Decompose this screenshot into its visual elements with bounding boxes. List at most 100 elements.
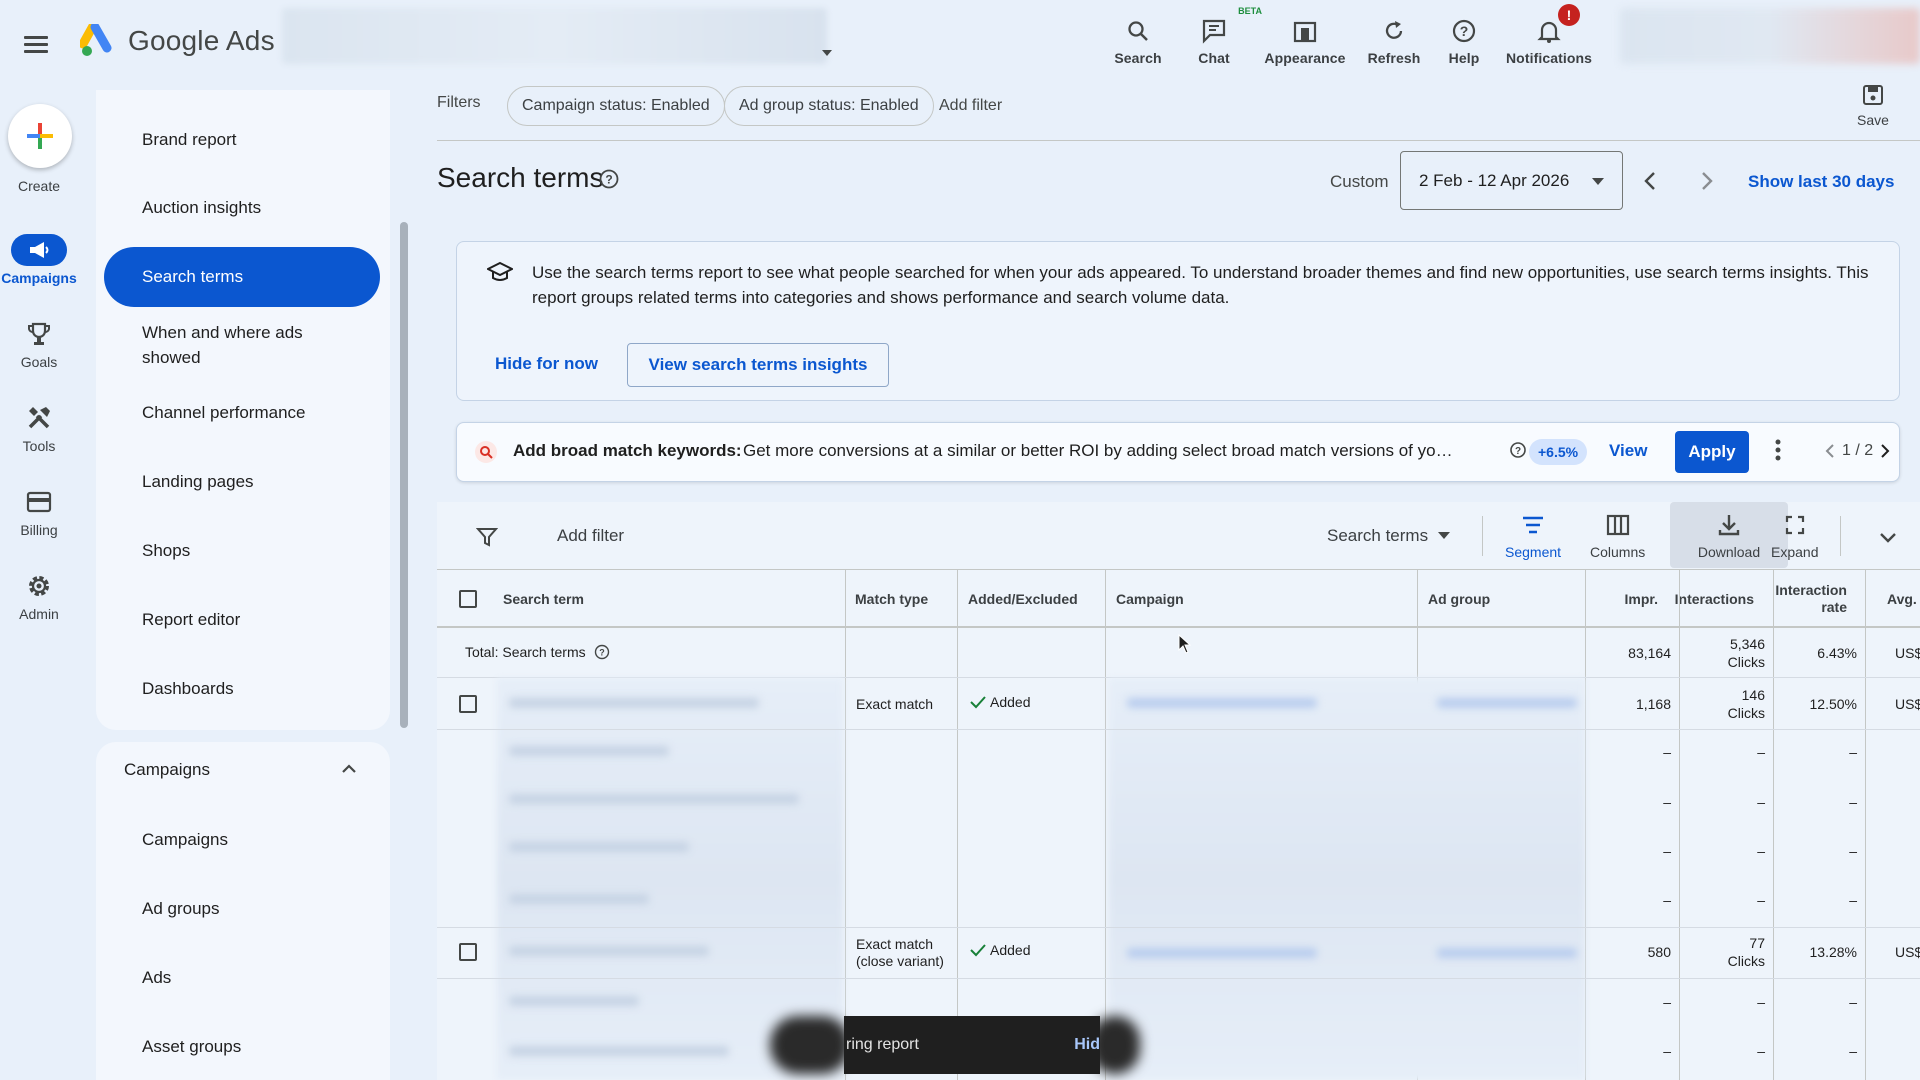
- column-header-avg[interactable]: Avg.: [1887, 570, 1917, 628]
- row-checkbox[interactable]: [459, 695, 477, 713]
- account-caret-icon[interactable]: [822, 50, 832, 56]
- add-filter-link[interactable]: Add filter: [939, 97, 1002, 115]
- main-menu-icon[interactable]: [24, 32, 54, 56]
- hide-for-now-button[interactable]: Hide for now: [495, 354, 598, 374]
- refresh-tool-button[interactable]: Refresh: [1366, 10, 1422, 66]
- ad-group-link-blurred[interactable]: [1437, 698, 1577, 708]
- help-circle-icon[interactable]: ?: [598, 168, 620, 195]
- campaign-link-blurred[interactable]: [1127, 948, 1317, 958]
- download-label: Download: [1697, 544, 1761, 560]
- profile-area[interactable]: [1620, 8, 1920, 64]
- nav-item-report-editor[interactable]: Report editor: [142, 608, 240, 632]
- filter-chip-campaign-status[interactable]: Campaign status: Enabled: [507, 86, 725, 126]
- nav-item-asset-groups[interactable]: Asset groups: [142, 1035, 241, 1059]
- report-view-select[interactable]: Search terms: [1327, 526, 1451, 546]
- create-button[interactable]: [8, 104, 72, 168]
- nav-item-shops[interactable]: Shops: [142, 539, 190, 563]
- save-button[interactable]: Save: [1857, 84, 1889, 128]
- nav-item-campaigns[interactable]: Campaigns: [142, 828, 228, 852]
- chevron-right-icon[interactable]: [1695, 170, 1717, 197]
- help-circle-icon[interactable]: ?: [594, 644, 610, 660]
- row-checkbox[interactable]: [459, 943, 477, 961]
- help-circle-icon[interactable]: ?: [1509, 441, 1527, 464]
- segment-button[interactable]: Segment: [1505, 512, 1561, 560]
- sidebar-scrollbar[interactable]: [400, 222, 408, 728]
- column-header-interactions[interactable]: Interactions: [1662, 570, 1754, 628]
- recommendation-view-button[interactable]: View: [1609, 441, 1647, 461]
- nav-item-landing-pages[interactable]: Landing pages: [142, 470, 254, 494]
- nav-item-when-where-ads-showed[interactable]: When and where ads showed: [142, 320, 352, 370]
- account-selector[interactable]: [282, 8, 827, 64]
- chevron-up-icon[interactable]: [340, 760, 358, 783]
- rail-item-goals[interactable]: Goals: [0, 318, 78, 370]
- rail-label-campaigns: Campaigns: [1, 270, 77, 286]
- rail-item-admin[interactable]: Admin: [0, 570, 78, 622]
- search-term-blurred[interactable]: [509, 698, 759, 708]
- toolbar-separator: [1840, 516, 1841, 556]
- segment-icon: [1523, 516, 1544, 534]
- search-term-blurred[interactable]: [509, 946, 709, 956]
- column-header-ad-group[interactable]: Ad group: [1428, 570, 1490, 628]
- top-tools: Search BETA Chat Appearance Refresh ? He…: [1110, 4, 1612, 66]
- dash-cell: –: [1849, 994, 1857, 1010]
- campaigns-section-header[interactable]: Campaigns: [124, 760, 210, 780]
- campaign-link-blurred[interactable]: [1127, 698, 1317, 708]
- filter-icon[interactable]: [475, 526, 499, 553]
- search-term-blurred[interactable]: [509, 842, 689, 852]
- date-range-picker[interactable]: 2 Feb - 12 Apr 2026: [1400, 151, 1623, 210]
- nav-item-brand-report[interactable]: Brand report: [142, 128, 237, 152]
- rail-item-tools[interactable]: Tools: [0, 402, 78, 454]
- segment-label: Segment: [1505, 544, 1562, 560]
- filter-chip-ad-group-status[interactable]: Ad group status: Enabled: [724, 86, 934, 126]
- search-keyword-icon: [475, 441, 497, 463]
- recommendation-body: Get more conversions at a similar or bet…: [743, 441, 1455, 460]
- nav-item-channel-performance[interactable]: Channel performance: [142, 401, 305, 425]
- column-header-campaign[interactable]: Campaign: [1116, 570, 1184, 628]
- search-term-blurred[interactable]: [509, 746, 669, 756]
- view-search-terms-insights-button[interactable]: View search terms insights: [627, 343, 889, 387]
- nav-item-ads[interactable]: Ads: [142, 966, 171, 990]
- search-term-blurred[interactable]: [509, 1046, 729, 1056]
- table-add-filter[interactable]: Add filter: [557, 526, 624, 546]
- appearance-tool-button[interactable]: Appearance: [1264, 10, 1346, 66]
- show-last-30-days-link[interactable]: Show last 30 days: [1748, 172, 1894, 192]
- nav-item-auction-insights[interactable]: Auction insights: [142, 196, 261, 220]
- rail-item-campaigns[interactable]: Campaigns: [0, 234, 78, 286]
- select-all-checkbox[interactable]: [459, 590, 477, 608]
- column-header-search-term[interactable]: Search term: [503, 570, 584, 628]
- nav-item-dashboards[interactable]: Dashboards: [142, 677, 234, 701]
- search-tool-button[interactable]: Search: [1110, 10, 1166, 66]
- recommendation-card: Add broad match keywords: Get more conve…: [456, 422, 1900, 482]
- recommendation-apply-button[interactable]: Apply: [1675, 431, 1749, 473]
- chevron-down-icon[interactable]: [1877, 526, 1899, 553]
- more-vert-icon[interactable]: [1775, 439, 1781, 466]
- chevron-left-icon[interactable]: [1824, 443, 1836, 459]
- snackbar-hide-button[interactable]: Hid: [1074, 1036, 1100, 1054]
- campaigns-nav-section: Campaigns Campaigns Ad groups Ads Asset …: [96, 742, 390, 1080]
- search-term-blurred[interactable]: [509, 894, 649, 904]
- column-header-added-excluded[interactable]: Added/Excluded: [968, 570, 1078, 628]
- billing-icon: [26, 491, 52, 513]
- google-ads-logo[interactable]: Google Ads: [80, 24, 275, 58]
- search-term-blurred[interactable]: [509, 996, 639, 1006]
- dash-cell: –: [1849, 892, 1857, 908]
- notifications-tool-button[interactable]: ! Notifications: [1506, 4, 1592, 66]
- date-range-value: 2 Feb - 12 Apr 2026: [1419, 170, 1570, 190]
- nav-item-search-terms[interactable]: Search terms: [104, 247, 380, 307]
- row-interaction-rate: 13.28%: [1809, 944, 1857, 960]
- help-tool-button[interactable]: ? Help: [1442, 10, 1486, 66]
- chevron-left-icon[interactable]: [1640, 170, 1662, 197]
- rail-item-billing[interactable]: Billing: [0, 486, 78, 538]
- expand-button[interactable]: Expand: [1771, 512, 1818, 560]
- columns-button[interactable]: Columns: [1590, 512, 1645, 560]
- column-header-impr[interactable]: Impr.: [1586, 570, 1658, 628]
- chat-tool-button[interactable]: BETA Chat: [1186, 6, 1262, 66]
- chevron-right-icon[interactable]: [1879, 443, 1891, 459]
- search-term-blurred[interactable]: [509, 794, 799, 804]
- nav-item-ad-groups[interactable]: Ad groups: [142, 897, 220, 921]
- dash-cell: –: [1663, 1043, 1671, 1059]
- ad-group-link-blurred[interactable]: [1437, 948, 1577, 958]
- total-impr: 83,164: [1628, 645, 1671, 661]
- column-header-interaction-rate[interactable]: Interaction rate: [1757, 570, 1847, 628]
- column-header-match-type[interactable]: Match type: [855, 570, 928, 628]
